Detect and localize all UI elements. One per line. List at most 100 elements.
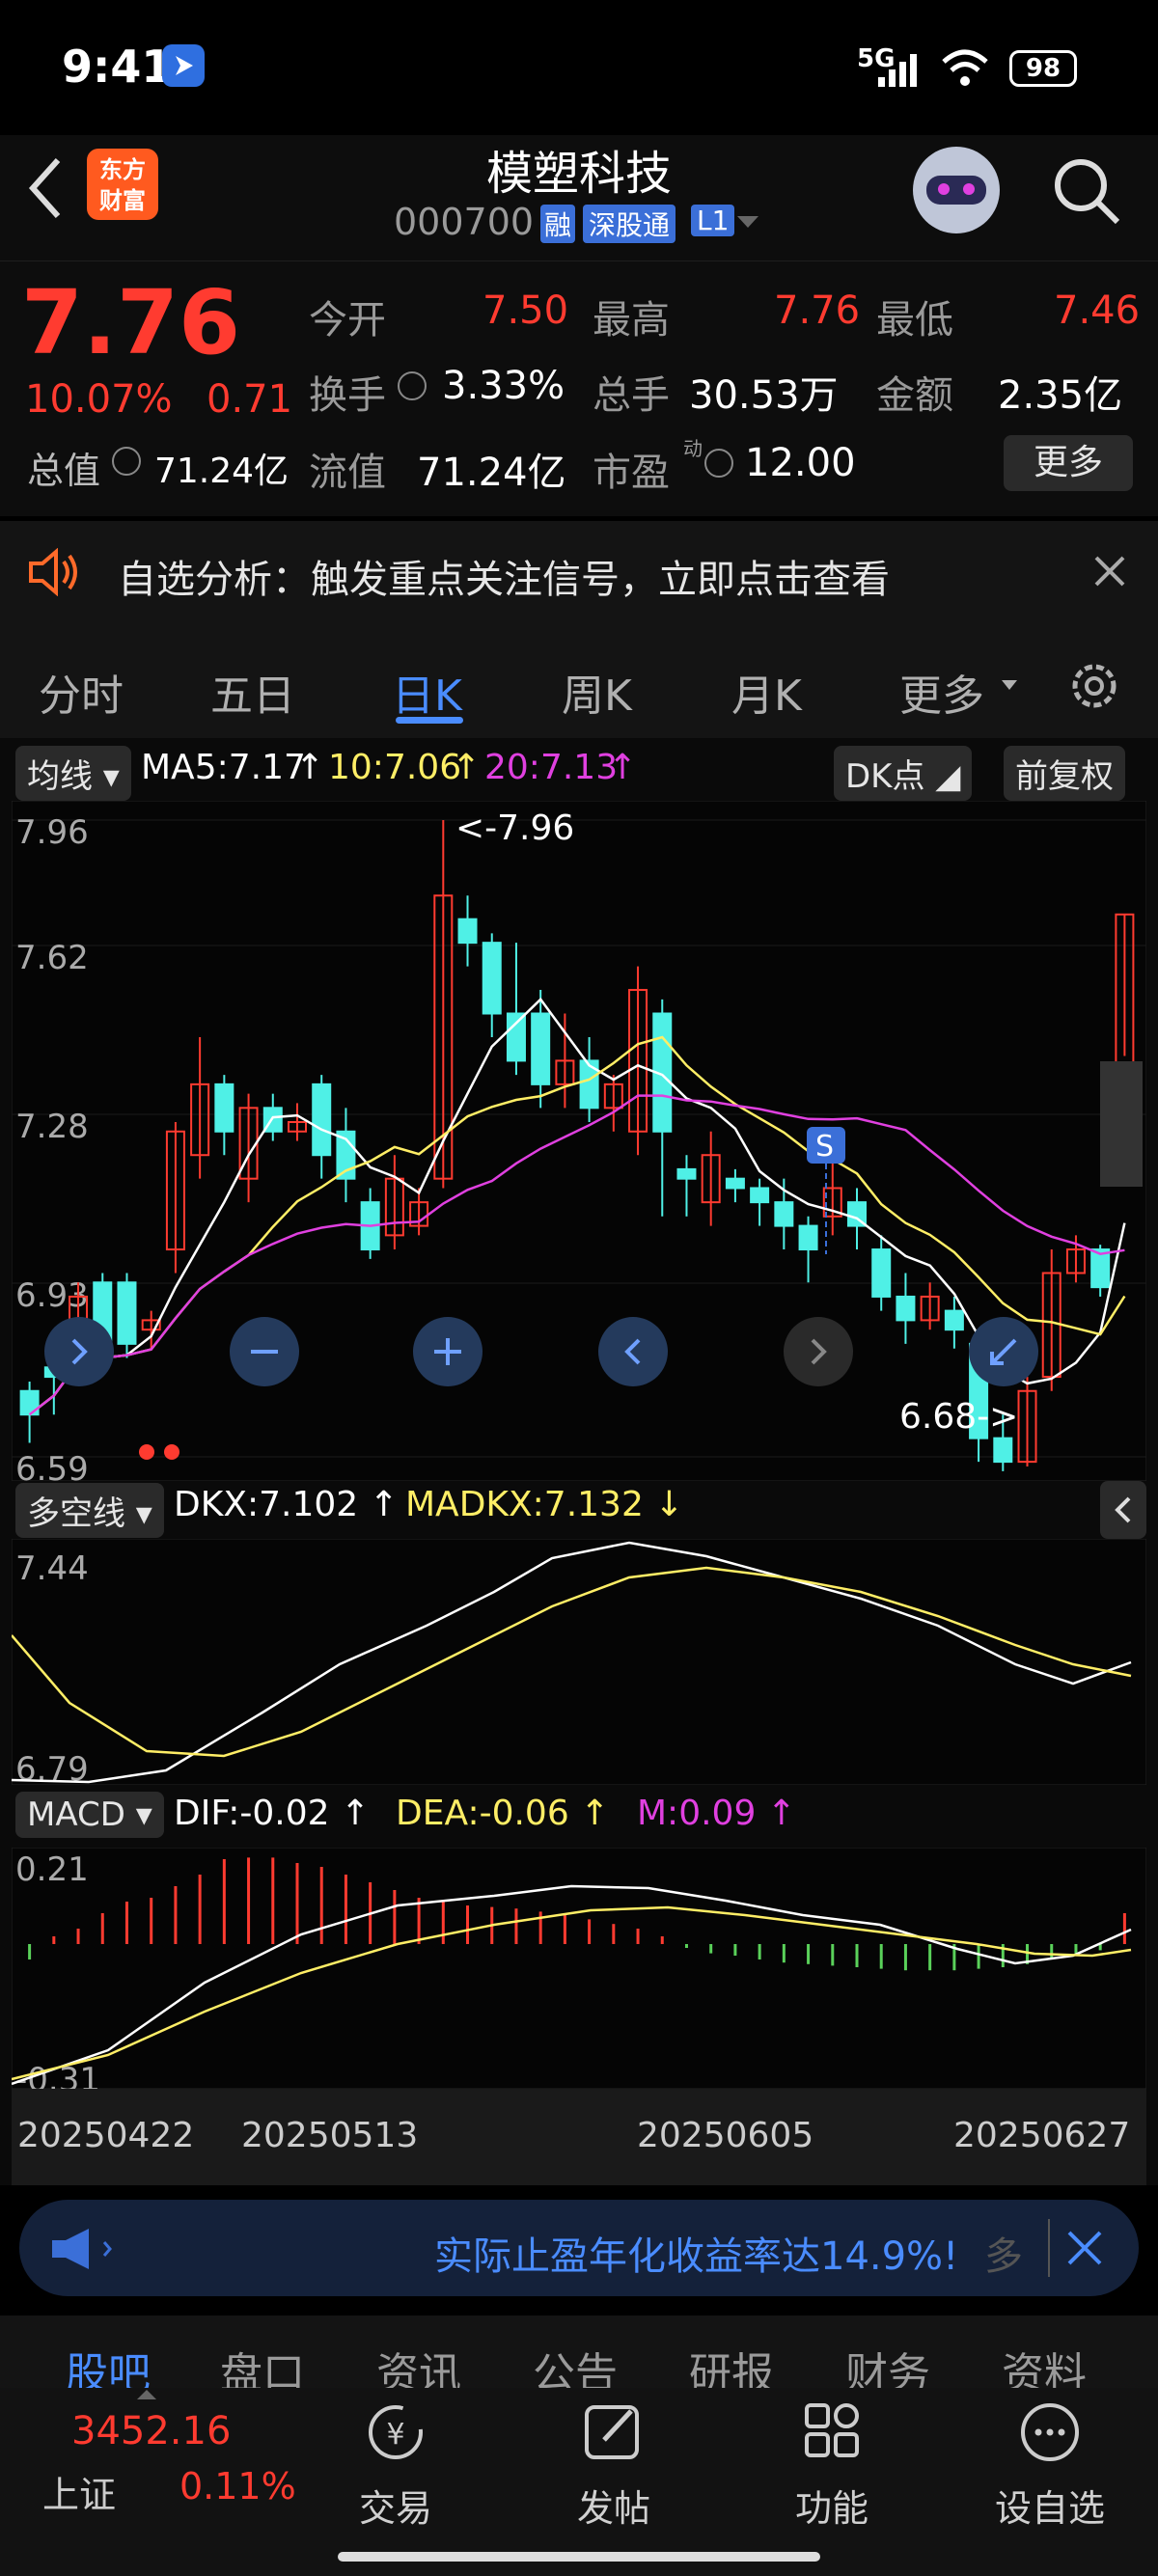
date-label: 20250627: [953, 2116, 1131, 2155]
nav-post[interactable]: 发帖: [537, 2398, 691, 2532]
dea-value: DEA:-0.06 ↑: [396, 1794, 610, 1833]
index-value[interactable]: 3452.16: [71, 2409, 231, 2453]
date-label: 20250422: [17, 2116, 195, 2155]
tab-news[interactable]: 资讯: [376, 2339, 461, 2388]
min-price-note: 6.68->: [899, 1397, 1018, 1437]
search-icon[interactable]: [1050, 154, 1123, 228]
trade-icon: ¥: [369, 2405, 423, 2459]
tab-profile[interactable]: 资料: [1002, 2339, 1087, 2388]
macd-indicator-label: MACD: [27, 1795, 125, 1834]
candle-body: [676, 1167, 697, 1180]
macd-chart[interactable]: 0.21-0.31: [12, 1848, 1146, 2089]
turnover-label: 换手: [309, 373, 386, 418]
tab-daily-k[interactable]: 日K: [392, 661, 462, 723]
analysis-banner[interactable]: 自选分析：触发重点关注信号，立即点击查看: [0, 521, 1158, 622]
tab-pankou[interactable]: 盘口: [220, 2339, 305, 2388]
dropdown-icon: [1002, 680, 1017, 690]
adjust-button[interactable]: 前复权: [1004, 746, 1125, 801]
signal-icon: [878, 54, 917, 87]
ma-indicator-selector[interactable]: 均线 ▾: [15, 746, 131, 801]
robot-assistant-icon[interactable]: [913, 147, 1000, 233]
macd-indicator-selector[interactable]: MACD ▾: [15, 1792, 164, 1838]
index-change: 0.11%: [179, 2465, 296, 2507]
volume-label: 总手: [593, 373, 670, 418]
info-icon[interactable]: [112, 447, 141, 476]
zoom-in-button[interactable]: [413, 1317, 482, 1386]
tab-more[interactable]: 更多: [899, 661, 984, 723]
date-label: 20250605: [637, 2116, 814, 2155]
tab-five-day[interactable]: 五日: [210, 661, 295, 723]
banner-text: 自选分析：触发重点关注信号，立即点击查看: [118, 558, 890, 602]
change-percent: 10.07%: [25, 377, 173, 422]
collapse-side-icon[interactable]: [1100, 1481, 1146, 1539]
candle-body: [896, 1295, 916, 1322]
info-tabs: 股吧 盘口 资讯 公告 研报 财务 资料: [0, 2316, 1158, 2388]
pan-left-button[interactable]: [598, 1317, 668, 1386]
ma10-arrow: ↑: [452, 748, 482, 787]
dkx-chart[interactable]: 7.446.79: [12, 1539, 1146, 1785]
tab-intraday[interactable]: 分时: [39, 661, 124, 723]
nav-add-watchlist[interactable]: 设自选: [973, 2398, 1127, 2532]
more-button[interactable]: 更多: [1004, 435, 1133, 491]
tab-monthly-k[interactable]: 月K: [731, 661, 802, 723]
collapse-button[interactable]: [44, 1317, 114, 1386]
ma20-arrow: ↑: [608, 748, 638, 787]
nav-function-label: 功能: [794, 2487, 868, 2530]
tab-announcement[interactable]: 公告: [533, 2339, 618, 2388]
ma10-value: 10:7.06: [328, 748, 462, 787]
wifi-icon: [942, 49, 988, 86]
y-axis-label: 7.96: [15, 813, 89, 852]
tab-finance[interactable]: 财务: [845, 2339, 930, 2388]
expand-button[interactable]: [969, 1317, 1038, 1386]
tab-research[interactable]: 研报: [689, 2339, 774, 2388]
dk-point-label: DK点: [845, 757, 925, 796]
pan-right-button[interactable]: [784, 1317, 853, 1386]
dk-point-button[interactable]: DK点 ◢: [834, 746, 973, 801]
promo-bar[interactable]: 实际止盈年化收益率达14.9%! 多: [19, 2200, 1139, 2296]
dea-value-text: DEA:-0.06: [396, 1794, 569, 1833]
expand-up-icon[interactable]: [135, 2388, 158, 2401]
y-axis-label: 7.44: [15, 1549, 89, 1588]
ma20-value: 20:7.13: [484, 748, 619, 787]
float-label: 流值: [309, 451, 386, 495]
settings-icon[interactable]: [1065, 657, 1123, 715]
candle-body: [725, 1177, 745, 1190]
nav-function[interactable]: 功能: [755, 2398, 909, 2532]
close-icon[interactable]: [1090, 552, 1129, 590]
max-price-note: <-7.96: [455, 808, 574, 848]
pe-label: 市盈: [593, 451, 670, 495]
info-icon[interactable]: [398, 371, 427, 400]
zoom-out-button[interactable]: [230, 1317, 299, 1386]
low-value: 7.46: [1054, 288, 1141, 333]
m-value-text: M:0.09: [637, 1794, 757, 1833]
chart-frame: [12, 1539, 1146, 1785]
dropdown-icon[interactable]: [735, 212, 760, 232]
more-circle-icon: [1021, 2403, 1079, 2461]
stock-code: 000700: [394, 201, 535, 243]
candle-body: [774, 1201, 794, 1227]
madkx-value-text: MADKX:7.132: [405, 1485, 644, 1524]
low-label: 最低: [876, 298, 953, 343]
candle-body: [482, 942, 502, 1015]
close-icon[interactable]: [1063, 2227, 1106, 2269]
madkx-value: MADKX:7.132 ↓: [405, 1485, 684, 1524]
grid-icon: [805, 2403, 859, 2457]
ma5-arrow: ↑: [295, 748, 325, 787]
scroll-handle: [1100, 1061, 1143, 1187]
candle-body: [531, 1012, 551, 1085]
pe-dynamic-mark: 动: [683, 437, 703, 460]
high-value: 7.76: [774, 288, 861, 333]
tab-guba[interactable]: 股吧: [66, 2339, 151, 2388]
candle-body: [993, 1437, 1013, 1464]
nav-trade[interactable]: ¥ 交易: [318, 2398, 473, 2532]
market-cap-value: 71.24亿: [154, 452, 290, 491]
dif-value-text: DIF:-0.02: [174, 1794, 330, 1833]
sgt-tag: 深股通: [583, 205, 676, 243]
y-axis-label: 0.21: [15, 1850, 89, 1889]
info-icon[interactable]: [704, 449, 733, 478]
location-icon: [162, 44, 205, 87]
dkx-indicator-selector[interactable]: 多空线 ▾: [15, 1483, 164, 1538]
candle-body: [871, 1248, 892, 1298]
edit-icon: [585, 2405, 639, 2459]
tab-weekly-k[interactable]: 周K: [562, 661, 632, 723]
